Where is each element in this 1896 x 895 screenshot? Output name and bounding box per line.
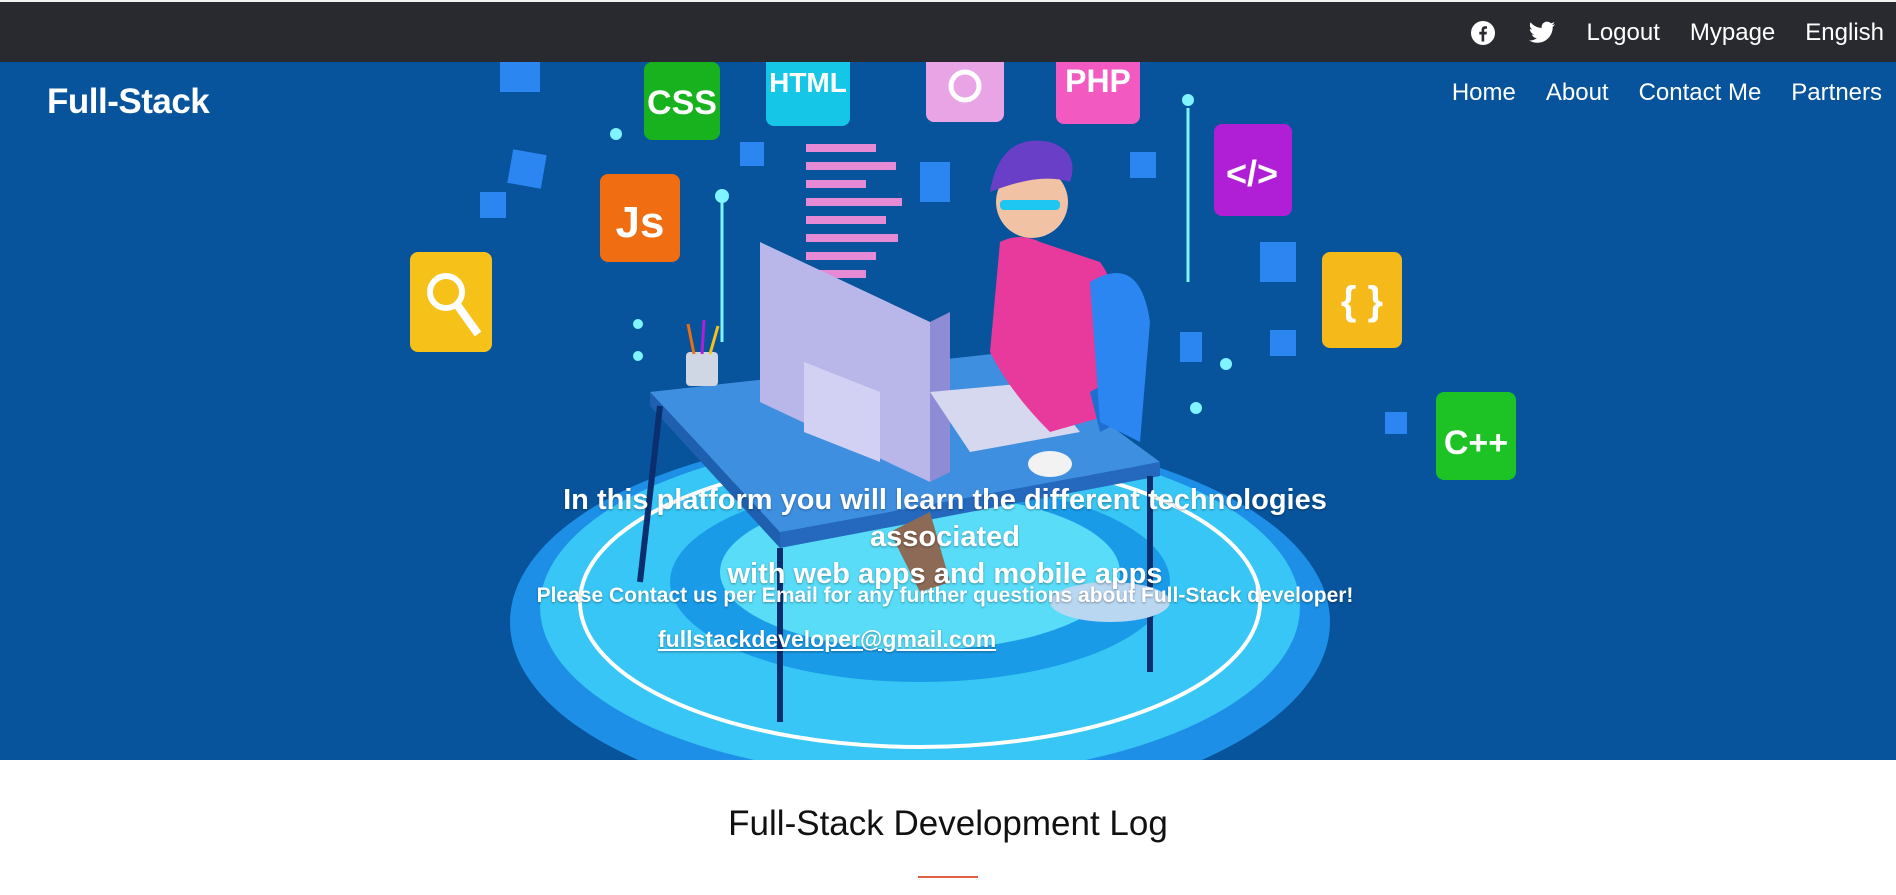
- nav-partners[interactable]: Partners: [1791, 79, 1882, 107]
- tile-js: Js: [616, 198, 665, 247]
- facebook-icon[interactable]: [1470, 19, 1498, 47]
- nav-about[interactable]: About: [1546, 79, 1609, 107]
- section-title: Full-Stack Development Log: [728, 804, 1168, 843]
- top-bar: Logout Mypage English: [0, 0, 1896, 62]
- brand-logo[interactable]: Full-Stack: [47, 82, 210, 122]
- tile-html: HTML: [769, 67, 847, 98]
- hero-illustration: CSS HTML PHP Js </> { } C++: [410, 62, 1516, 760]
- contact-email-link[interactable]: fullstackdeveloper@gmail.com: [658, 626, 996, 653]
- tile-braces: { }: [1341, 279, 1383, 323]
- hero-headline: In this platform you will learn the diff…: [505, 482, 1385, 593]
- language-link[interactable]: English: [1805, 19, 1884, 47]
- twitter-icon[interactable]: [1528, 19, 1556, 47]
- tile-css: CSS: [647, 84, 717, 122]
- title-divider: [918, 876, 978, 878]
- hero-headline-line1: In this platform you will learn the diff…: [563, 484, 1327, 553]
- main-nav: Home About Contact Me Partners: [1452, 79, 1882, 107]
- tile-php: PHP: [1065, 63, 1131, 99]
- tile-cpp: C++: [1444, 424, 1508, 462]
- top-bar-links: Logout Mypage English: [1470, 2, 1884, 64]
- mypage-link[interactable]: Mypage: [1690, 19, 1775, 47]
- hero-subtext: Please Contact us per Email for any furt…: [536, 584, 1354, 607]
- logout-link[interactable]: Logout: [1586, 19, 1659, 47]
- nav-contact-me[interactable]: Contact Me: [1639, 79, 1762, 107]
- nav-home[interactable]: Home: [1452, 79, 1516, 107]
- tile-tag: </>: [1226, 153, 1278, 194]
- hero-section: CSS HTML PHP Js </> { } C++ Full-Stack H…: [0, 62, 1896, 760]
